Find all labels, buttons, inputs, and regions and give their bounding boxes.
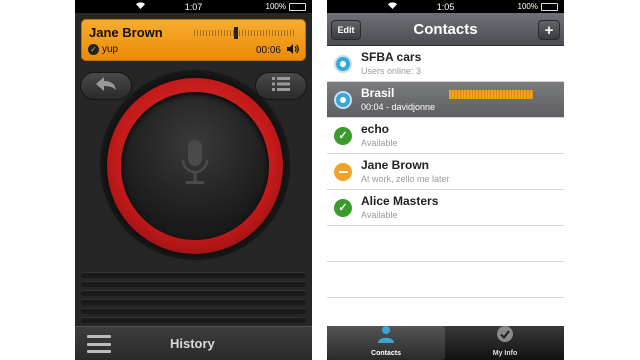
status-bar: 1:05 100% [327, 0, 564, 13]
battery-icon [541, 2, 558, 11]
status-bar: 1:07 100% [75, 0, 312, 13]
talk-screen: 1:07 100% Jane Brown ✓ yup 00:06 History [75, 0, 312, 360]
speaker-icon[interactable] [287, 44, 299, 57]
contact-row-sfba-cars[interactable]: SFBA cars Users online: 3 [327, 46, 564, 82]
battery-percent: 100% [517, 2, 538, 11]
contact-row-alice-masters[interactable]: ✓ Alice Masters Available [327, 190, 564, 226]
audio-waveform [194, 30, 294, 36]
playback-marker [234, 27, 238, 39]
group-channel-icon [334, 91, 352, 109]
back-arrow-icon [96, 76, 116, 96]
wifi-icon [387, 1, 398, 11]
contact-name: Brasil [361, 86, 395, 100]
speaker-grill [81, 317, 306, 323]
list-button[interactable] [255, 72, 307, 100]
contact-subtitle: Users online: 3 [361, 66, 422, 76]
speaker-grill [81, 272, 306, 278]
speaker-grill [81, 308, 306, 314]
wifi-icon [135, 1, 146, 11]
call-duration: 00:06 [255, 45, 281, 56]
bottom-bar: History [75, 326, 312, 360]
page-title: Contacts [413, 21, 478, 38]
contact-name: Alice Masters [361, 194, 439, 208]
battery-icon [289, 2, 306, 11]
tab-my-info[interactable]: My Info [446, 326, 564, 360]
contact-row-brasil[interactable]: Brasil 00:04 - davidjonne [327, 82, 564, 118]
speaker-grill [81, 290, 306, 296]
speaker-grill [81, 281, 306, 287]
tab-label: My Info [492, 350, 518, 357]
add-contact-button[interactable]: + [538, 20, 560, 40]
status-time: 1:07 [184, 1, 203, 12]
available-check-icon: ✓ [334, 127, 352, 145]
contact-subtitle: 00:04 - davidjonne [361, 102, 436, 112]
battery-percent: 100% [265, 2, 286, 11]
audio-waveform [449, 90, 533, 99]
list-icon [272, 76, 290, 96]
contact-name: Jane Brown [361, 158, 430, 172]
back-button[interactable] [80, 72, 132, 100]
microphone-icon [180, 138, 210, 188]
contact-subtitle: Available [361, 138, 398, 148]
menu-icon[interactable] [87, 335, 111, 353]
empty-row [327, 262, 564, 298]
caller-name: Jane Brown [89, 25, 163, 40]
contact-row-jane-brown[interactable]: Jane Brown At work, zello me later [327, 154, 564, 190]
tab-bar: Contacts My Info [327, 326, 564, 360]
person-icon [377, 325, 395, 348]
contact-subtitle: Available [361, 210, 398, 220]
history-button[interactable]: History [170, 336, 215, 351]
active-call-card[interactable]: Jane Brown ✓ yup 00:06 [81, 19, 306, 61]
group-channel-icon [334, 55, 352, 73]
check-circle-icon [496, 325, 514, 348]
speaker-grill [81, 299, 306, 305]
caller-status: yup [102, 44, 119, 55]
check-icon: ✓ [88, 44, 99, 55]
status-time: 1:05 [436, 1, 455, 12]
contact-name: SFBA cars [361, 50, 422, 64]
navigation-bar: Edit Contacts + [327, 13, 564, 46]
tab-contacts[interactable]: Contacts [327, 326, 445, 360]
contact-subtitle: At work, zello me later [361, 174, 450, 184]
busy-status-icon [334, 163, 352, 181]
tab-label: Contacts [371, 350, 401, 357]
contact-name: echo [361, 122, 390, 136]
contact-row-echo[interactable]: ✓ echo Available [327, 118, 564, 154]
contacts-screen: 1:05 100% Edit Contacts + SFBA cars User… [327, 0, 564, 360]
available-check-icon: ✓ [334, 199, 352, 217]
empty-row [327, 226, 564, 262]
contact-list: SFBA cars Users online: 3 Brasil 00:04 -… [327, 46, 564, 298]
